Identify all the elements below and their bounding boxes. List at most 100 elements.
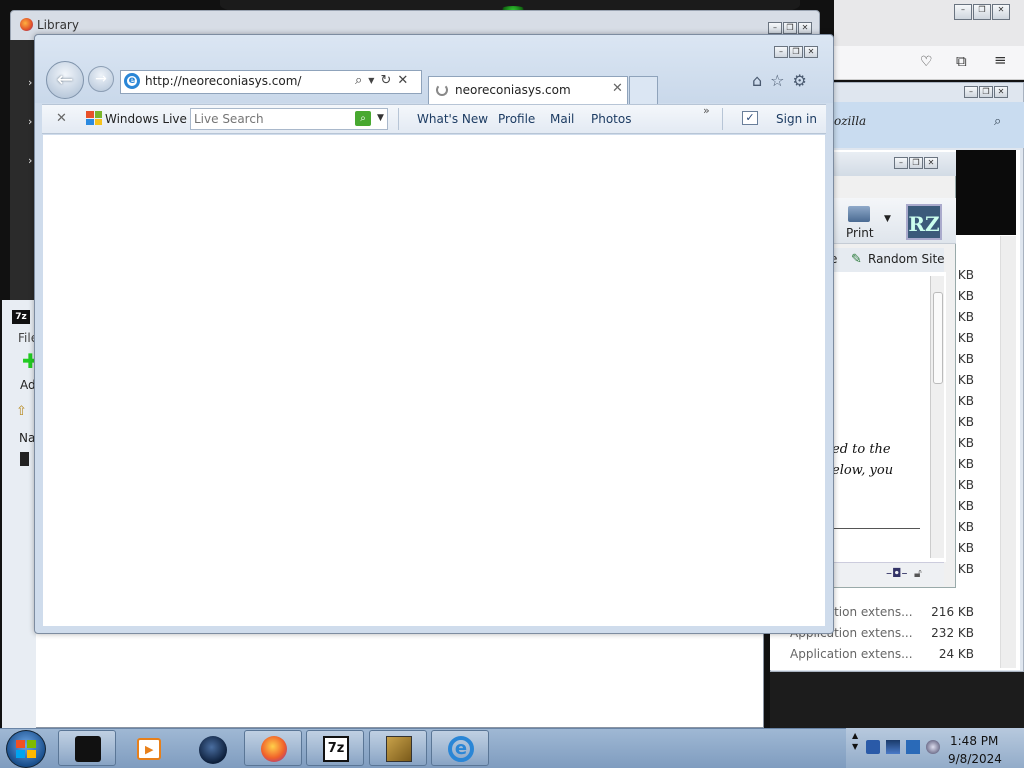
page-content <box>43 135 825 626</box>
file-type: Application extens... <box>790 647 913 661</box>
print-button[interactable]: Print <box>846 226 874 240</box>
random-site-link[interactable]: Random Site <box>868 252 945 266</box>
rz-logo: RZ <box>906 204 942 240</box>
close-button[interactable]: ✕ <box>924 157 938 169</box>
minimize-button[interactable]: – <box>774 46 788 58</box>
mail-link[interactable]: Mail <box>550 112 574 126</box>
network-tool-icon <box>386 736 412 762</box>
scroll-thumb[interactable] <box>933 292 943 384</box>
clock-time[interactable]: 1:48 PM <box>950 734 998 748</box>
back-button[interactable]: ← <box>46 61 84 99</box>
folder-up-icon[interactable]: ⇧ <box>16 404 27 419</box>
restore-button[interactable]: ❐ <box>783 22 797 34</box>
stop-icon[interactable]: ✕ <box>397 73 408 89</box>
extensions-icon[interactable]: ⧉ <box>956 52 967 70</box>
windows-flag-icon <box>16 740 36 758</box>
pocket-icon[interactable]: ♡ <box>920 54 933 70</box>
restore-button[interactable]: ❐ <box>973 4 991 20</box>
status-bar: –◘– 🔓︎ <box>832 562 944 586</box>
close-button[interactable]: ✕ <box>992 4 1010 20</box>
menu-icon[interactable]: ≡ <box>994 51 1007 69</box>
content-text: ed to the <box>832 442 891 457</box>
tab-title[interactable]: neoreconiasys.com <box>455 83 571 97</box>
whats-new-link[interactable]: What's New <box>417 112 488 126</box>
minimize-button[interactable]: – <box>894 157 908 169</box>
gear-icon[interactable]: ⚙ <box>793 71 807 90</box>
home-icon[interactable]: ⌂ <box>752 71 762 90</box>
toolbar-close-icon[interactable]: ✕ <box>56 111 67 126</box>
chevron-down-icon[interactable]: ▼ <box>884 214 891 224</box>
sevenzip-icon: 7z <box>12 310 30 324</box>
chevron-down-icon[interactable]: ▼ <box>377 113 384 123</box>
volume-icon[interactable] <box>926 740 940 754</box>
library-window-title: Library <box>20 18 79 32</box>
refresh-icon[interactable]: ↻ <box>380 73 391 89</box>
search-icon[interactable]: ⌕ <box>994 114 1001 129</box>
new-tab-button[interactable] <box>629 76 658 104</box>
profile-link[interactable]: Profile <box>498 112 535 126</box>
favorites-star-icon[interactable]: ☆ <box>770 71 784 90</box>
taskbar-app-firefox[interactable] <box>244 730 302 766</box>
address-bar-controls: ⌕ ▼ ↻ ✕ <box>355 73 408 89</box>
close-button[interactable]: ✕ <box>798 22 812 34</box>
pen-icon: ✎ <box>851 252 862 267</box>
ie-page-icon: e <box>124 73 140 89</box>
minimize-button[interactable]: – <box>954 4 972 20</box>
background-window-controls-2: – ❐ ✕ <box>964 86 1008 98</box>
close-button[interactable]: ✕ <box>804 46 818 58</box>
tray-icons <box>866 740 940 754</box>
taskbar-app-7zip[interactable]: 7z <box>306 730 364 766</box>
checkbox-icon[interactable]: ✓ <box>742 111 758 125</box>
inner-window-titlebar: – ❐ ✕ <box>832 152 956 176</box>
sevenzip-icon: 7z <box>323 736 349 762</box>
library-sidebar: › › › <box>10 40 35 300</box>
photos-link[interactable]: Photos <box>591 112 631 126</box>
inner-scrollbar[interactable] <box>930 276 944 558</box>
network-icon[interactable] <box>906 740 920 754</box>
name-column-header[interactable]: Na <box>19 431 35 445</box>
internet-explorer-icon: e <box>448 736 474 762</box>
background-window-controls: – ❐ ✕ <box>954 4 1010 20</box>
restore-button[interactable]: ❐ <box>979 86 993 98</box>
loading-spinner-icon <box>436 84 448 96</box>
search-go-button[interactable]: ⌕ <box>355 111 371 126</box>
address-text[interactable]: http://neoreconiasys.com/ <box>145 74 301 88</box>
windows-live-button[interactable]: Windows Live <box>105 112 187 126</box>
content-text: elow, you <box>832 463 894 478</box>
minimize-button[interactable]: – <box>964 86 978 98</box>
ie-command-icons: ⌂ ☆ ⚙ <box>752 71 807 90</box>
tray-app-icon[interactable] <box>886 740 900 754</box>
close-button[interactable]: ✕ <box>994 86 1008 98</box>
tray-app-icon[interactable] <box>866 740 880 754</box>
clock-date[interactable]: 9/8/2024 <box>948 752 1002 766</box>
file-size: 232 KB <box>931 626 974 640</box>
taskbar-app-network[interactable] <box>369 730 427 766</box>
tray-overflow-icon[interactable]: ▲ ▼ <box>852 730 858 752</box>
scrollbar[interactable] <box>1000 236 1016 668</box>
desktop-area <box>770 672 1024 728</box>
browser-toolbar: ♡ ⧉ ≡ <box>834 46 1024 80</box>
mozilla-text: ozilla <box>834 114 867 128</box>
connection-icon: –◘– <box>886 566 908 580</box>
taskbar-app-1[interactable] <box>58 730 116 766</box>
window-title-text: Library <box>37 18 79 32</box>
lock-icon: 🔓︎ <box>914 566 922 580</box>
minimize-button[interactable]: – <box>768 22 782 34</box>
taskbar-app-media[interactable]: ▶ <box>124 730 182 766</box>
tab-close-icon[interactable]: ✕ <box>612 81 623 96</box>
toolbar-divider <box>722 108 723 130</box>
file-icon <box>20 452 29 466</box>
dropdown-icon[interactable]: ▼ <box>368 73 374 89</box>
taskbar-app-globe[interactable] <box>184 730 242 766</box>
sign-in-link[interactable]: Sign in <box>776 112 817 126</box>
forward-button[interactable]: → <box>88 66 114 92</box>
more-chevron[interactable]: » <box>703 104 710 117</box>
printer-icon[interactable] <box>848 206 870 222</box>
search-icon[interactable]: ⌕ <box>355 73 362 89</box>
thumbnail-image <box>956 150 1016 235</box>
taskbar-app-ie[interactable]: e <box>431 730 489 766</box>
restore-button[interactable]: ❐ <box>789 46 803 58</box>
library-window-controls: – ❐ ✕ <box>768 22 812 34</box>
toolbar-divider <box>398 108 399 130</box>
restore-button[interactable]: ❐ <box>909 157 923 169</box>
